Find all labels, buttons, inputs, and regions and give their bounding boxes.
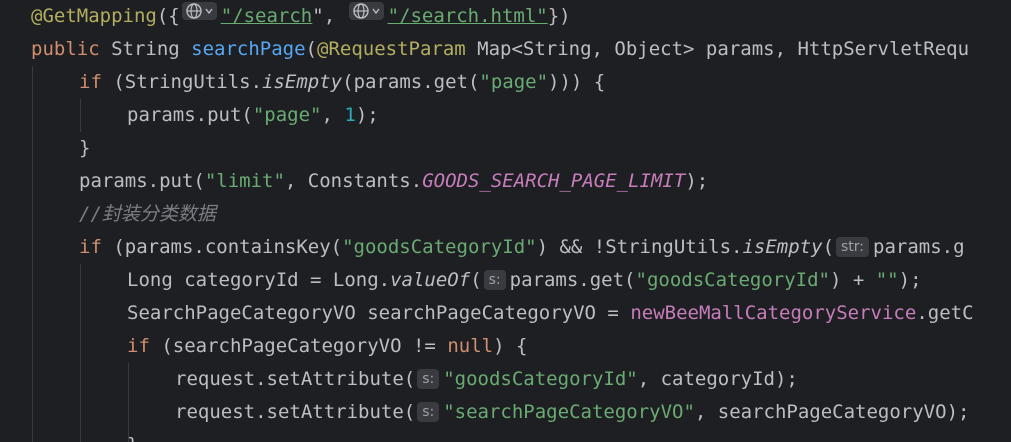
code-line-4: params.put("page", 1); [127, 104, 379, 126]
parameter-hint: s: [417, 369, 440, 389]
annotation: @GetMapping [31, 5, 157, 27]
globe-icon [186, 3, 202, 19]
parameter-hint: str: [836, 237, 870, 257]
code-line-6: params.put("limit", Constants.GOODS_SEAR… [79, 170, 709, 192]
path-string: "/search [220, 5, 313, 27]
chevron-down-icon [205, 8, 213, 15]
code-comment: //封装分类数据 [79, 203, 216, 225]
method-name: searchPage [191, 38, 306, 60]
code-line-11: if (searchPageCategoryVO != null) { [127, 335, 528, 357]
code-line-8: if (params.containsKey("goodsCategoryId"… [79, 236, 965, 258]
code-line-3: if (StringUtils.isEmpty(params.get("page… [79, 71, 606, 93]
indent-guide [32, 66, 33, 442]
code-line-5: } [79, 137, 91, 159]
code-line-13: request.setAttribute(s: "searchPageCatego… [175, 401, 970, 423]
code-line-10: SearchPageCategoryVO searchPageCategoryV… [127, 302, 974, 324]
globe-icon [352, 3, 369, 19]
parameter-hint: s: [417, 402, 440, 422]
url-hint[interactable] [181, 2, 217, 20]
url-hint[interactable] [348, 2, 384, 20]
indent-guide [80, 264, 81, 442]
code-line-7: //封装分类数据 [79, 198, 216, 231]
indent-guide [80, 99, 81, 132]
parameter-hint: s: [483, 270, 506, 290]
code-line-1: @GetMapping({"/search", "/search.html"}) [31, 0, 571, 33]
code-line-12: request.setAttribute(s: "goodsCategoryId"… [175, 368, 798, 390]
chevron-down-icon [372, 8, 380, 15]
code-line-9: Long categoryId = Long.valueOf(s: params.… [127, 269, 922, 291]
path-string: "/search.html" [387, 5, 548, 27]
code-line-14: } [127, 429, 138, 442]
code-line-2: public String searchPage(@RequestParam M… [31, 38, 970, 60]
code-editor[interactable]: @GetMapping({"/search", "/search.html"})… [0, 0, 1011, 442]
